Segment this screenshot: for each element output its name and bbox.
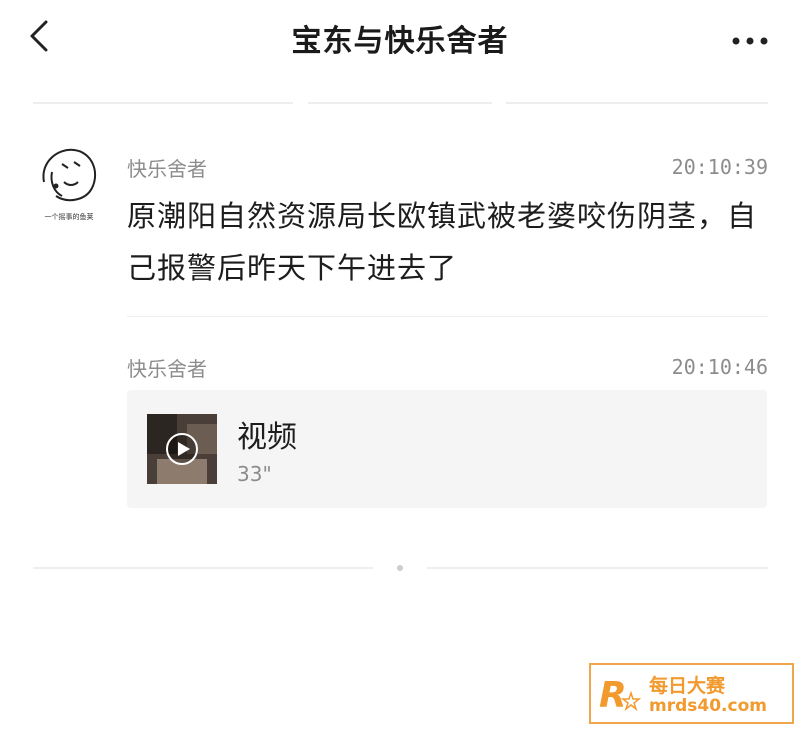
message-sender: 快乐舍者 [127,157,207,181]
bottom-divider [427,567,768,569]
avatar-caption: 一个摇事的鱼荚 [44,213,94,221]
header-divider [506,102,768,104]
avatar-face-icon [42,148,97,202]
bottom-divider-dot [397,565,403,571]
message-divider [127,316,768,317]
video-label: 视频 [237,420,297,455]
header-divider [33,102,293,104]
svg-text:R: R [599,675,627,716]
message-sender: 快乐舍者 [127,357,207,381]
avatar[interactable]: 一个摇事的鱼荚 [34,142,104,222]
message-text[interactable]: 原潮阳自然资源局长欧镇武被老婆咬伤阴茎，自己报警后昨天下午进去了 [127,190,757,294]
video-duration: 33" [237,462,272,486]
chat-title: 宝东与快乐舍者 [291,24,509,59]
play-icon [166,433,198,465]
more-dots-icon [732,37,768,45]
more-options-button[interactable] [730,32,770,45]
watermark-name: 每日大赛 [649,675,726,697]
video-thumbnail [147,414,217,484]
watermark-logo-icon: R [599,675,642,716]
watermark-url: mrds40.com [649,696,767,716]
watermark-badge: R 每日大赛 mrds40.com [589,663,794,724]
message-timestamp: 20:10:39 [671,155,768,179]
header-divider [308,102,492,104]
video-message-card[interactable]: 视频 33" [127,390,767,508]
top-bar: 宝东与快乐舍者 [0,0,800,80]
bottom-divider [33,567,373,569]
message-timestamp: 20:10:46 [671,355,768,379]
